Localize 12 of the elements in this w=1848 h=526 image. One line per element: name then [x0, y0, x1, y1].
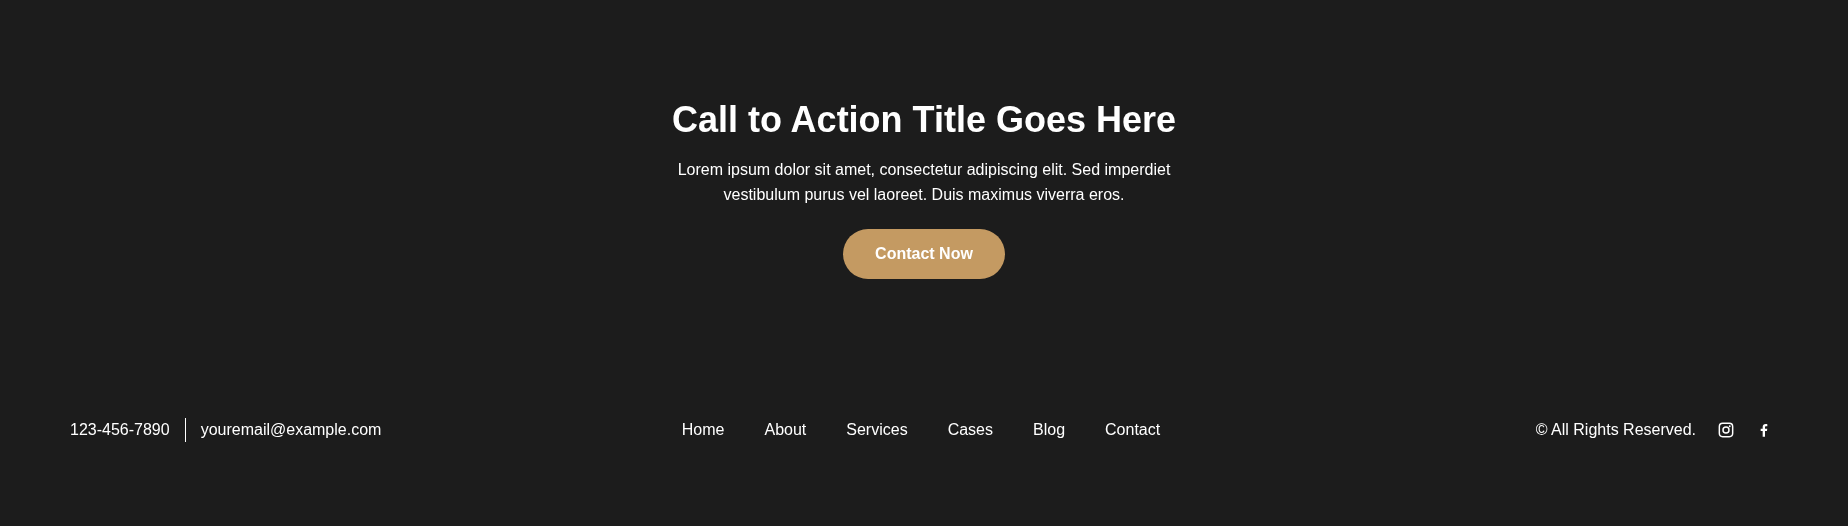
nav-link[interactable]: Cases [947, 421, 993, 439]
nav-link[interactable]: Contact [1105, 421, 1161, 439]
nav-link[interactable]: Services [846, 421, 908, 439]
nav-link[interactable]: About [764, 421, 807, 439]
instagram-icon[interactable] [1718, 422, 1734, 438]
nav-link[interactable]: Blog [1033, 421, 1066, 439]
cta-text: Lorem ipsum dolor sit amet, consectetur adipiscing elit. Sed imperdiet vestibulum purus vel laoreet. Duis maximus viverra eros. [676, 160, 1172, 205]
email-link[interactable]: youremail@example.com [200, 421, 382, 439]
copyright-text: © All Rights Reserved. [1535, 421, 1696, 439]
phone-link[interactable]: 123-456-7890 [70, 421, 170, 439]
nav-link[interactable]: Home [681, 421, 725, 439]
cta-title: Call to Action Title Goes Here [671, 98, 1177, 142]
